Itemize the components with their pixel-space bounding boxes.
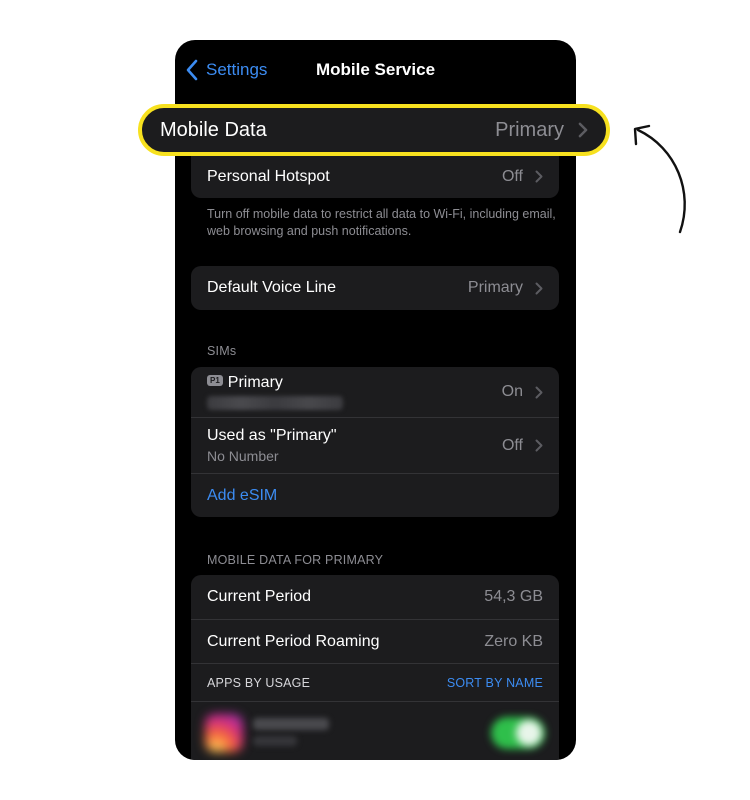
usage-group: Current Period 54,3 GB Current Period Ro…	[191, 575, 559, 760]
sims-group: P1 Primary On Used as "Primary" No Number…	[191, 367, 559, 517]
page-title: Mobile Service	[315, 60, 436, 79]
app-usage-row	[191, 701, 559, 760]
redacted-app-name	[253, 718, 329, 730]
current-period-row: Current Period 54,3 GB	[191, 575, 559, 619]
add-esim-link[interactable]: Add eSIM	[207, 487, 543, 505]
used-as-primary-row[interactable]: Used as "Primary" No Number Off	[191, 417, 559, 473]
default-voice-line-row[interactable]: Default Voice Line Primary	[191, 266, 559, 310]
navigation-bar: Settings Mobile Service	[175, 40, 576, 100]
used-as-primary-sub: No Number	[207, 448, 279, 464]
sim-primary-label: Primary	[227, 374, 283, 391]
personal-hotspot-row[interactable]: Personal Hotspot Off	[191, 154, 559, 198]
default-voice-line-label: Default Voice Line	[207, 279, 336, 296]
chevron-right-icon	[535, 282, 543, 294]
chevron-right-icon	[535, 170, 543, 183]
current-period-label: Current Period	[207, 588, 312, 605]
redacted-phone-number	[207, 396, 343, 410]
personal-hotspot-label: Personal Hotspot	[207, 167, 330, 185]
mobile-data-footnote: Turn off mobile data to restrict all dat…	[207, 207, 556, 238]
used-as-primary-value: Off	[501, 436, 523, 454]
chevron-right-icon	[535, 386, 543, 398]
sim-primary-value: On	[501, 383, 523, 400]
personal-hotspot-value: Off	[501, 167, 523, 185]
mobile-data-value: Primary	[495, 118, 564, 141]
chevron-right-icon	[578, 122, 588, 138]
current-period-roaming-row: Current Period Roaming Zero KB	[191, 619, 559, 663]
current-period-value: 54,3 GB	[484, 588, 543, 605]
sim-primary-text: P1 Primary	[207, 374, 502, 410]
sim-primary-row[interactable]: P1 Primary On	[191, 367, 559, 417]
mobile-data-usage-header: MOBILE DATA FOR PRIMARY	[207, 553, 384, 567]
voice-line-group: Default Voice Line Primary	[191, 266, 559, 310]
redacted-app-usage	[253, 736, 297, 746]
sim-badge: P1	[207, 375, 223, 387]
current-period-roaming-label: Current Period Roaming	[207, 632, 380, 650]
used-as-primary-label: Used as "Primary"	[207, 427, 337, 444]
sort-by-name-button[interactable]: SORT BY NAME	[447, 676, 543, 690]
current-period-roaming-value: Zero KB	[484, 632, 543, 650]
default-voice-line-value: Primary	[467, 279, 523, 296]
mobile-data-row[interactable]: Mobile Data Primary	[138, 104, 610, 156]
chevron-right-icon	[535, 439, 543, 452]
apps-by-usage-header: APPS BY USAGE SORT BY NAME	[191, 663, 559, 701]
curved-arrow-icon	[633, 124, 686, 234]
instagram-app-icon	[205, 714, 243, 752]
mobile-data-label: Mobile Data	[160, 118, 267, 141]
app-data-toggle[interactable]	[491, 717, 545, 749]
sims-section-header: SIMs	[207, 344, 237, 358]
used-as-primary-text: Used as "Primary" No Number	[207, 427, 502, 464]
sim-primary-title: P1 Primary	[207, 374, 502, 392]
apps-by-usage-label: APPS BY USAGE	[207, 675, 311, 690]
add-esim-row[interactable]: Add eSIM	[191, 473, 559, 517]
